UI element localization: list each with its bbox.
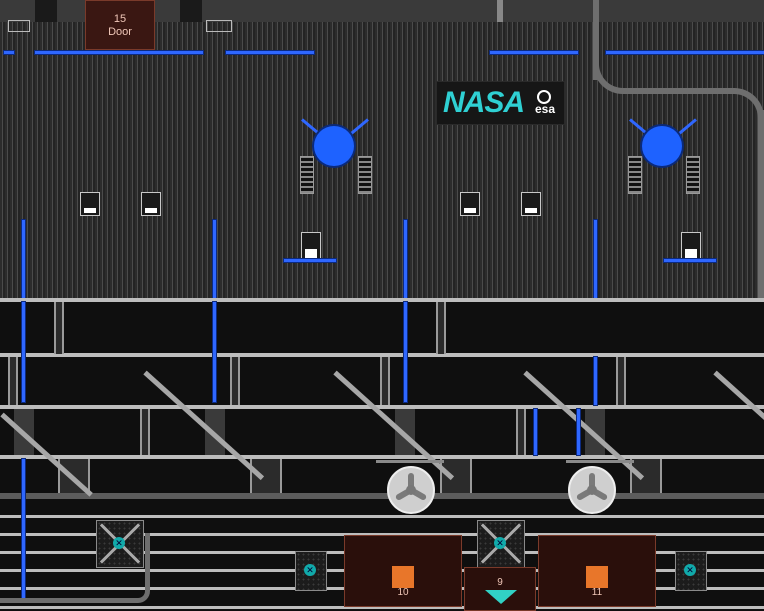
grey-pipe [0, 598, 110, 603]
conduit [606, 51, 764, 54]
docking-port-left[interactable] [300, 114, 372, 196]
grey-pipe [625, 88, 735, 94]
module-11[interactable]: 11 [538, 535, 656, 607]
module-square-icon [586, 566, 608, 588]
conduit [404, 302, 407, 402]
module-number: 10 [397, 587, 409, 598]
down-arrow-icon [485, 590, 517, 604]
conduit [490, 51, 578, 54]
sensor-icon[interactable] [681, 232, 701, 262]
conduit [22, 302, 25, 402]
sensor-icon[interactable] [141, 192, 161, 216]
generator-icon[interactable]: ✕ [477, 520, 525, 568]
module-square-icon [392, 566, 414, 588]
conduit [213, 302, 216, 402]
dock-grille [358, 156, 372, 194]
support-post [8, 357, 18, 405]
conduit [4, 51, 14, 54]
generator-icon[interactable]: ✕ [295, 551, 327, 591]
door-label: Door [108, 26, 132, 38]
sensor-icon[interactable] [301, 232, 321, 262]
support-post [516, 409, 526, 455]
support-post [616, 357, 626, 405]
conduit [35, 51, 203, 54]
conduit [284, 259, 336, 262]
fan-mount [566, 460, 634, 463]
dock-grille [628, 156, 642, 194]
logo-nasa: NASA [443, 86, 525, 119]
ceiling-block [180, 0, 202, 22]
clamp-icon [206, 20, 232, 32]
conduit [594, 357, 597, 405]
floor [0, 515, 764, 518]
docking-port-icon [642, 126, 682, 166]
agency-logo: NASA esa [436, 81, 565, 125]
generator-icon[interactable]: ✕ [675, 551, 707, 591]
floor [0, 405, 764, 409]
conduit [22, 220, 25, 300]
conduit [226, 51, 314, 54]
conduit [534, 409, 537, 455]
support-post [440, 459, 472, 493]
dock-grille [300, 156, 314, 194]
docking-port-icon [314, 126, 354, 166]
floor [0, 298, 764, 302]
docking-port-right[interactable] [628, 114, 700, 196]
module-number: 9 [497, 577, 503, 588]
support-post [54, 302, 64, 354]
clamp-icon [8, 20, 30, 32]
sensor-icon[interactable] [521, 192, 541, 216]
module-9[interactable]: 9 [464, 567, 536, 611]
support-post [140, 409, 150, 455]
conduit [213, 220, 216, 300]
support-post [436, 302, 446, 354]
dock-grille [686, 156, 700, 194]
generator-icon[interactable]: ✕ [96, 520, 144, 568]
logo-esa: esa [535, 102, 556, 116]
station-scene: 15 Door NASA esa ✕ ✕ ✕ ✕ 10 9 11 [0, 0, 764, 611]
ceiling-block [35, 0, 57, 22]
floor [0, 493, 764, 499]
fan-icon[interactable] [387, 466, 435, 514]
conduit [404, 220, 407, 300]
fan-icon[interactable] [568, 466, 616, 514]
fan-mount [376, 460, 444, 463]
conduit [22, 459, 25, 599]
sensor-icon[interactable] [80, 192, 100, 216]
sensor-icon[interactable] [460, 192, 480, 216]
conduit [664, 259, 716, 262]
door-number: 15 [113, 13, 127, 25]
support-post [380, 357, 390, 405]
conduit [577, 409, 580, 455]
module-number: 11 [591, 587, 603, 598]
support-post [630, 459, 662, 493]
support-post [250, 459, 282, 493]
support-post [230, 357, 240, 405]
conduit [594, 220, 597, 300]
grey-pipe [758, 110, 764, 300]
module-10[interactable]: 10 [344, 535, 462, 607]
door-module[interactable]: 15 Door [85, 0, 155, 50]
